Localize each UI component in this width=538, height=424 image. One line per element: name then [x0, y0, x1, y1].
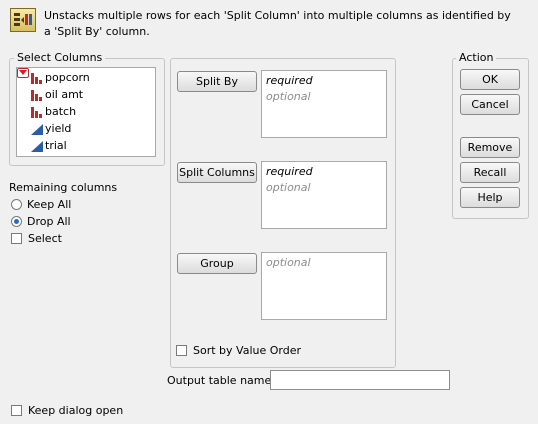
split-columns-optional: optional [266, 181, 311, 194]
output-table-name-input[interactable] [270, 370, 450, 390]
recall-button[interactable]: Recall [460, 162, 520, 183]
split-by-button[interactable]: Split By [177, 71, 257, 92]
remaining-columns-label: Remaining columns [9, 181, 118, 194]
nominal-bar-icon [31, 89, 42, 101]
sort-by-value-order-checkbox[interactable]: Sort by Value Order [176, 342, 301, 358]
keep-dialog-open-checkbox[interactable]: Keep dialog open [11, 402, 123, 418]
checkbox-box [11, 232, 22, 244]
drop-all-radio[interactable]: Drop All [11, 213, 71, 229]
ok-button[interactable]: OK [460, 69, 520, 90]
group-button[interactable]: Group [177, 253, 257, 274]
column-options-button[interactable] [17, 68, 29, 78]
split-by-required: required [266, 74, 313, 87]
split-by-role-box[interactable]: required optional [261, 70, 387, 138]
column-list[interactable]: popcorn oil amt batch yield trial [16, 67, 156, 157]
column-name: yield [45, 122, 72, 135]
select-checkbox[interactable]: Select [11, 230, 62, 246]
group-optional: optional [266, 256, 311, 269]
radio-indicator [11, 198, 22, 210]
keep-all-label: Keep All [27, 197, 72, 211]
keep-dialog-open-label: Keep dialog open [28, 403, 124, 417]
radio-indicator [11, 215, 22, 227]
select-columns-title: Select Columns [14, 51, 106, 64]
help-button[interactable]: Help [460, 187, 520, 208]
column-name: trial [45, 139, 67, 152]
split-by-optional: optional [266, 90, 311, 103]
split-columns-button[interactable]: Split Columns [177, 162, 257, 183]
select-label: Select [28, 231, 62, 245]
action-title: Action [456, 51, 497, 64]
dialog-description: Unstacks multiple rows for each 'Split C… [44, 9, 511, 38]
column-name: popcorn [45, 71, 90, 84]
column-item-trial[interactable]: trial [31, 138, 67, 154]
checkbox-box [11, 404, 22, 416]
column-item-popcorn[interactable]: popcorn [31, 70, 90, 86]
nominal-bar-icon [31, 72, 42, 84]
remove-button[interactable]: Remove [460, 137, 520, 158]
column-item-yield[interactable]: yield [31, 121, 71, 137]
split-columns-required: required [266, 165, 313, 178]
checkbox-box [176, 344, 187, 356]
split-columns-role-box[interactable]: required optional [261, 161, 387, 229]
continuous-triangle-icon [31, 140, 43, 152]
column-item-oil-amt[interactable]: oil amt [31, 87, 83, 103]
keep-all-radio[interactable]: Keep All [11, 196, 71, 212]
split-platform-icon [10, 8, 36, 32]
cancel-button[interactable]: Cancel [460, 94, 520, 115]
column-name: batch [45, 105, 77, 118]
drop-all-label: Drop All [27, 214, 71, 228]
group-role-box[interactable]: optional [261, 252, 387, 320]
column-name: oil amt [45, 88, 84, 101]
continuous-triangle-icon [31, 123, 43, 135]
nominal-bar-icon [31, 106, 42, 118]
output-table-name-label: Output table name: [167, 374, 275, 387]
column-item-batch[interactable]: batch [31, 104, 76, 120]
red-triangle-menu-icon [19, 70, 27, 75]
sort-by-value-order-label: Sort by Value Order [193, 343, 301, 357]
